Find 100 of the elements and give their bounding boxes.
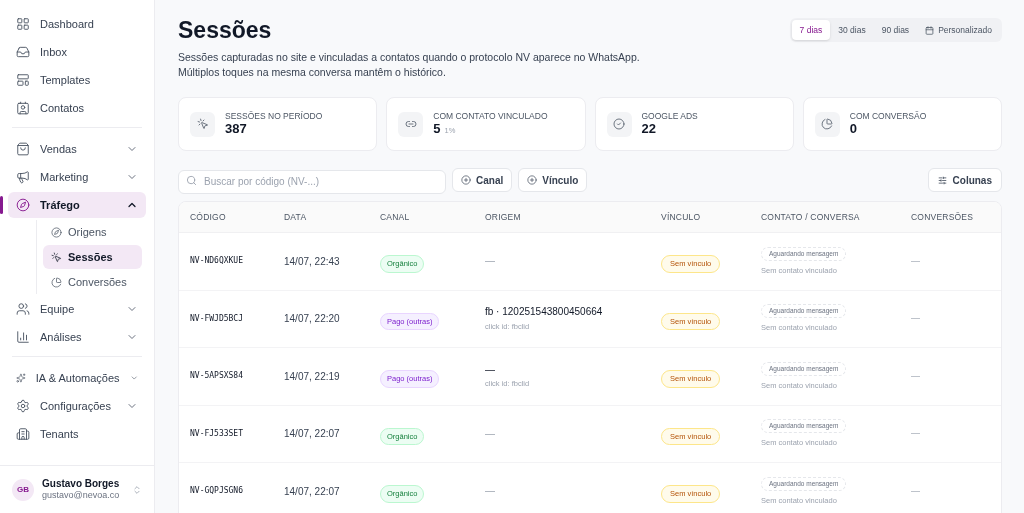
filter-button[interactable]: Vínculo [518,168,588,192]
nav-label: Inbox [40,44,68,60]
period-tab[interactable]: 30 dias [830,20,874,40]
nav-label: Tráfego [40,197,81,213]
columns-button[interactable]: Colunas [927,168,1002,192]
nav-label: Conversões [68,274,127,290]
session-code: NV-FJ533SET [190,427,244,440]
nav-label: Templates [40,72,92,88]
building-icon [16,427,30,441]
session-code: NV-5APSXS84 [190,370,244,383]
origin-text: — [485,363,496,377]
megaphone-icon [16,170,30,184]
users-icon [16,302,30,316]
nav-label: Tenants [40,426,80,442]
conversions-value: — [911,427,921,440]
nav-item[interactable]: Templates [8,67,146,93]
stat-value: 387 [225,121,247,138]
session-date: 14/07, 22:19 [284,369,341,384]
session-code: NV-ND6QXKUE [190,255,244,268]
user-menu[interactable]: GB Gustavo Borges gustavo@nevoa.co [0,465,154,513]
nav-label: Vendas [40,141,78,157]
layout-icon [16,73,30,87]
nav-item[interactable]: Inbox [8,39,146,65]
page-description: Múltiplos toques na mesma conversa mantêm o histórico. [178,65,447,80]
nav-item[interactable]: IA & Automações [8,365,146,391]
origin-text: — [485,255,496,268]
user-email: gustavo@nevoa.co [42,490,121,502]
search-field[interactable]: Buscar por código (NV-...) [178,169,446,194]
sparkles-icon [16,371,26,385]
nav-label: Origens [68,224,107,240]
session-code: NV-FWJD5BCJ [190,312,244,325]
nav-item[interactable]: Dashboard [8,11,146,37]
cursor-click-icon [51,251,62,263]
nav-label: Contatos [40,100,86,116]
page-title: Sessões [178,16,273,44]
nav-item[interactable]: Tenants [8,421,146,447]
period-tab[interactable]: Personalizado [917,20,1000,40]
column-header: CANAL [380,210,411,224]
nav-item[interactable]: Vendas [8,136,146,162]
nav-label: Marketing [40,169,90,185]
column-header: VÍNCULO [661,210,702,224]
nav-item[interactable]: Configurações [8,393,146,419]
nav-item[interactable]: Contatos [8,95,146,121]
plus-circle-icon [527,175,538,185]
column-header: DATA [284,210,308,224]
session-code: NV-GQPJSGN6 [190,485,244,498]
page-description: Sessões capturadas no site e vinculadas a contatos quando o protocolo NV aparece no WhatsApp. [178,50,640,65]
compass-icon [16,198,30,212]
inbox-icon [16,45,30,59]
chevrons-icon [132,484,142,495]
plus-circle-icon [461,175,471,185]
nav-item[interactable]: Marketing [8,164,146,190]
period-tab[interactable]: 7 dias [791,20,831,40]
nav-item[interactable]: Equipe [8,296,146,322]
stat-value: 5 [433,121,441,138]
nav-label: Dashboard [40,16,95,32]
nav-label: IA & Automações [35,370,120,386]
nav-item[interactable]: Análises [8,324,146,350]
stat-label: GOOGLE ADS [641,110,698,122]
stat-label: COM CONTATO VINCULADO [433,110,548,122]
filter-button[interactable]: Canal [452,168,513,192]
bar-chart-icon [16,330,30,344]
calendar-icon [925,25,935,35]
compass-icon [51,226,62,238]
nav-label: Sessões [68,249,113,265]
column-header: CONVERSÕES [911,210,975,224]
period-tab[interactable]: 90 dias [873,20,918,40]
conversions-value: — [911,484,921,498]
nav-subitem[interactable]: Sessões [43,245,142,269]
pie-chart-icon [51,276,62,288]
origin-text: — [485,427,496,440]
session-date: 14/07, 22:07 [284,427,341,442]
origin-text: fb · 120251543800450664 [485,306,604,319]
session-date: 14/07, 22:07 [284,484,341,499]
search-icon [186,174,197,186]
session-date: 14/07, 22:20 [284,312,341,327]
contact-card-icon [16,101,30,115]
active-indicator [0,196,3,214]
column-header: CONTATO / CONVERSA [761,210,861,224]
stat-value: 22 [641,121,656,138]
user-name: Gustavo Borges [42,477,121,491]
nav-subitem[interactable]: Conversões [43,270,142,294]
sliders-icon [937,175,947,185]
conversions-value: — [911,312,921,325]
conversions-value: — [911,369,921,383]
nav-subitem[interactable]: Origens [43,220,142,244]
stat-label: COM CONVERSÃO [849,110,927,122]
grid-icon [16,17,30,31]
link-icon [398,111,424,137]
stat-label: SESSÕES NO PERÍODO [225,110,323,122]
conversions-value: — [911,254,921,268]
origin-text: — [485,485,496,498]
session-date: 14/07, 22:43 [284,254,341,269]
cursor-click-icon [190,111,215,137]
nav-label: Equipe [40,301,76,317]
column-header: CÓDIGO [190,210,227,224]
avatar: GB [12,478,34,501]
nav-label: Configurações [40,398,112,414]
pie-chart-icon [814,111,840,137]
stat-value: 0 [849,121,857,138]
